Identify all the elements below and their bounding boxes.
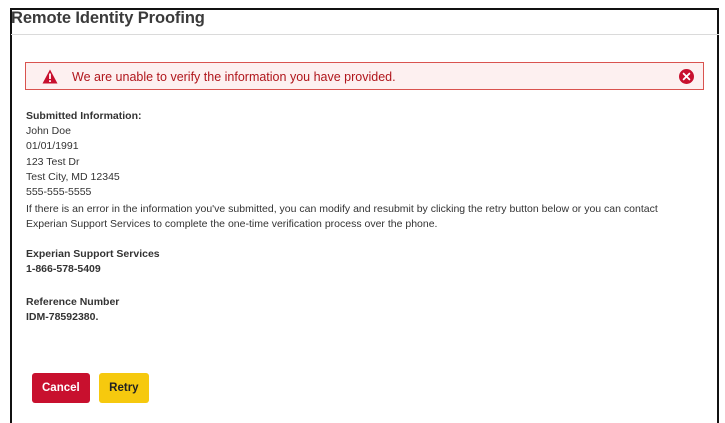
submitted-city-state-zip: Test City, MD 12345 <box>26 170 120 183</box>
reference-heading: Reference Number <box>26 296 120 309</box>
submitted-info-section: Submitted Information: John Doe 01/01/19… <box>26 109 701 325</box>
submitted-name: John Doe <box>26 125 71 138</box>
submitted-heading: Submitted Information: <box>26 110 142 122</box>
page-title: Remote Identity Proofing <box>11 9 205 27</box>
warning-triangle-icon <box>42 69 58 84</box>
reference-section: Reference Number IDM-78592380. <box>26 295 701 325</box>
reference-number: IDM-78592380. <box>26 311 99 324</box>
support-phone: 1-866-578-5409 <box>26 262 101 275</box>
alert-message: We are unable to verify the information … <box>72 70 396 84</box>
cancel-button[interactable]: Cancel <box>32 373 90 403</box>
close-circle-icon[interactable] <box>679 69 694 84</box>
submitted-dob: 01/01/1991 <box>26 140 79 153</box>
support-section: Experian Support Services 1-866-578-5409 <box>26 247 701 277</box>
support-heading: Experian Support Services <box>26 247 160 260</box>
action-buttons: Cancel Retry <box>32 373 149 403</box>
retry-button[interactable]: Retry <box>99 373 149 403</box>
title-divider <box>11 34 719 35</box>
instructions-text: If there is an error in the information … <box>26 203 658 231</box>
error-alert: We are unable to verify the information … <box>25 62 704 90</box>
submitted-phone: 555-555-5555 <box>26 186 92 199</box>
submitted-street: 123 Test Dr <box>26 155 80 168</box>
